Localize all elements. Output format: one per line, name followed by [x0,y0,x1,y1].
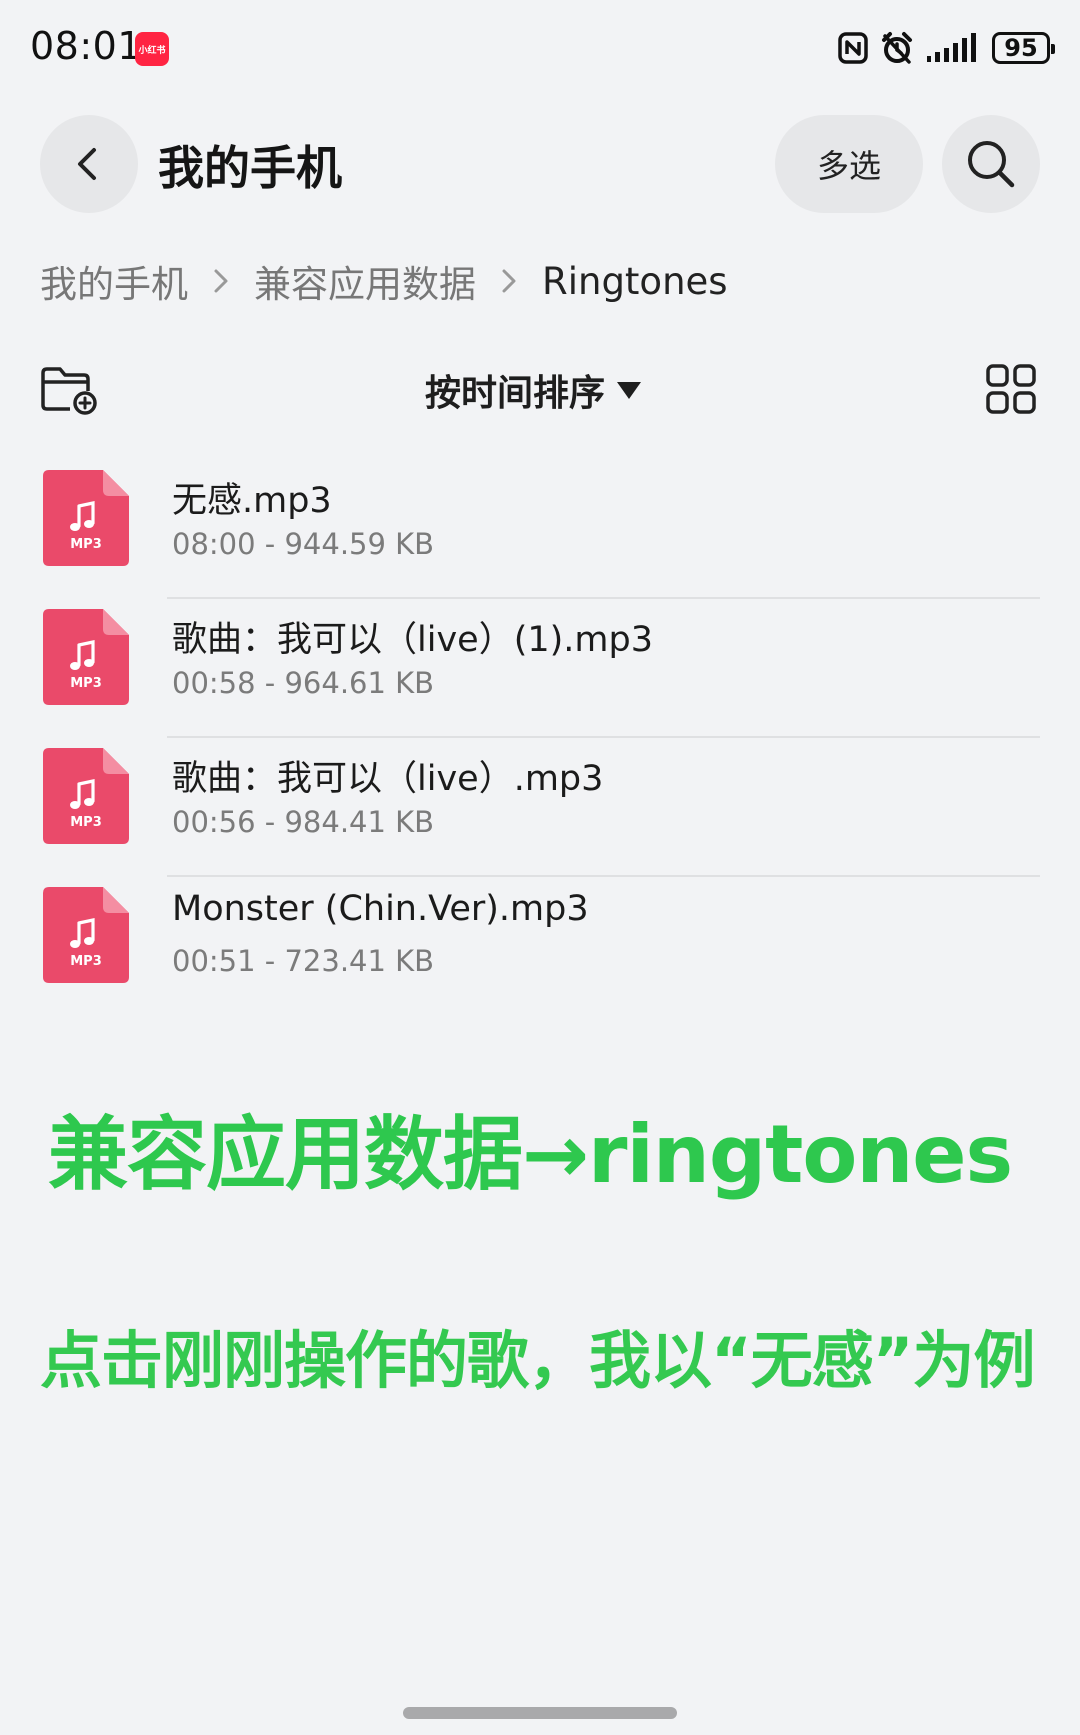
chevron-right-icon [212,266,230,296]
signal-icon [927,33,976,62]
file-row[interactable]: MP3 无感.mp3 08:00 - 944.59 KB [0,460,1080,599]
back-button[interactable] [40,115,138,213]
file-type-label: MP3 [70,676,102,691]
app-notification-badge: 小红书 [135,32,169,66]
file-name: 歌曲：我可以（live）.mp3 [172,759,604,799]
sort-label: 按时间排序 [425,373,606,414]
mp3-file-icon: MP3 [43,748,129,844]
file-type-label: MP3 [70,537,102,552]
nfc-icon [838,32,868,64]
sort-dropdown[interactable]: 按时间排序 [425,365,643,415]
grid-view-icon [986,364,1036,414]
file-row[interactable]: MP3 Monster (Chin.Ver).mp3 00:51 - 723.4… [0,877,1080,1016]
home-indicator[interactable] [403,1707,677,1719]
alarm-icon [882,32,912,64]
file-type-label: MP3 [70,815,102,830]
file-meta: 00:56 - 984.41 KB [172,805,435,839]
file-name: Monster (Chin.Ver).mp3 [172,889,589,929]
new-folder-button[interactable] [40,365,98,415]
search-icon [968,141,1015,188]
triangle-down-icon [617,382,642,399]
multi-select-button[interactable]: 多选 [775,115,923,213]
mp3-file-icon: MP3 [43,887,129,983]
chevron-right-icon [500,266,518,296]
annotation-instruction-text: 点击刚刚操作的歌，我以“无感”为例 [40,1324,1035,1397]
annotation-path-text: 兼容应用数据→ringtones [48,1108,1013,1201]
file-meta: 08:00 - 944.59 KB [172,527,435,561]
file-meta: 00:51 - 723.41 KB [172,944,435,978]
search-button[interactable] [942,115,1040,213]
file-type-label: MP3 [70,954,102,969]
breadcrumb: 我的手机 兼容应用数据 Ringtones [40,254,728,308]
grid-view-button[interactable] [985,363,1037,415]
breadcrumb-item-my-phone[interactable]: 我的手机 [40,254,188,308]
mp3-file-icon: MP3 [43,470,129,566]
file-row[interactable]: MP3 歌曲：我可以（live）.mp3 00:56 - 984.41 KB [0,738,1080,877]
status-time: 08:01 [30,24,143,68]
breadcrumb-item-ringtones: Ringtones [542,259,728,303]
file-name: 歌曲：我可以（live）(1).mp3 [172,620,653,660]
status-icons: 95 [838,28,1055,68]
page-title: 我的手机 [158,141,342,195]
breadcrumb-item-compat-app-data[interactable]: 兼容应用数据 [254,254,476,308]
battery-icon: 95 [992,32,1055,64]
status-bar: 08:01 小红书 95 [0,0,1080,100]
file-name: 无感.mp3 [172,481,332,521]
file-row[interactable]: MP3 歌曲：我可以（live）(1).mp3 00:58 - 964.61 K… [0,599,1080,738]
battery-level: 95 [1004,34,1038,62]
multi-select-label: 多选 [816,147,881,185]
chevron-left-icon [78,148,96,180]
file-meta: 00:58 - 964.61 KB [172,666,435,700]
mp3-file-icon: MP3 [43,609,129,705]
new-folder-icon [41,367,97,415]
file-list: MP3 无感.mp3 08:00 - 944.59 KB MP3 歌曲：我可以（… [0,460,1080,1016]
